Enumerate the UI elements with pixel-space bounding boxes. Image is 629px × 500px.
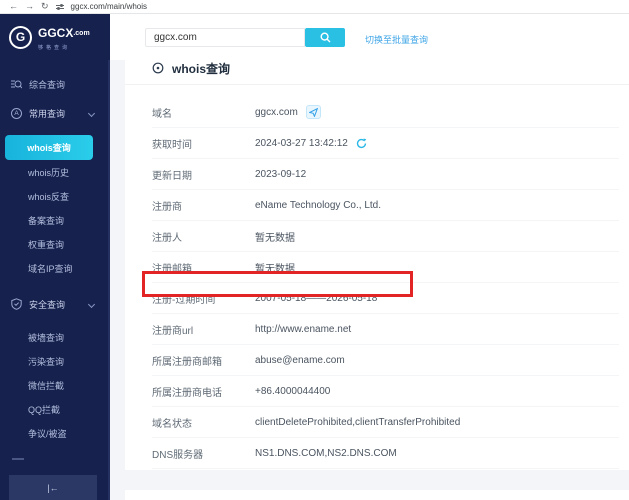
url-field[interactable]: ggcx.com/main/whois — [71, 2, 147, 11]
brand-name: GGCX.com — [38, 26, 90, 40]
reload-icon[interactable]: ↻ — [41, 2, 49, 11]
sidebar-item-wechat-block[interactable]: 微信拦截 — [0, 373, 108, 397]
search-icon — [320, 32, 331, 43]
sidebar-collapse-button[interactable]: |← — [9, 475, 97, 500]
table-row-registrar: 注册商 eName Technology Co., Ltd. — [152, 190, 619, 221]
table-row-update-date: 更新日期 2023-09-12 — [152, 159, 619, 190]
collapse-icon: |← — [47, 483, 58, 493]
logo-g-icon: G — [9, 26, 32, 49]
sidebar-nav: 综合查询 A 常用查询 whois查询 whois历史 whois反查 备案查询… — [0, 60, 110, 500]
circle-a-icon: A — [11, 108, 22, 119]
batch-query-link[interactable]: 切换至批量查询 — [365, 33, 428, 46]
sidebar-item-domain-ip[interactable]: 域名IP查询 — [0, 256, 108, 280]
whois-result-card: whois查询 域名 ggcx.com 获取时间 2024-03-27 13:4… — [125, 52, 629, 470]
sidebar-item-whois-reverse[interactable]: whois反查 — [0, 184, 108, 208]
table-row-dns-servers: DNS服务器 NS1.DNS.COM,NS2.DNS.COM — [152, 438, 619, 469]
table-row-fetch-time: 获取时间 2024-03-27 13:42:12 — [152, 128, 619, 159]
refresh-icon[interactable] — [356, 138, 367, 149]
target-circle-icon — [152, 62, 164, 74]
sidebar-item-qq-block[interactable]: QQ拦截 — [0, 397, 108, 421]
browser-address-bar: ← → ↻ ggcx.com/main/whois — [0, 0, 629, 14]
sidebar-item-icp-record[interactable]: 备案查询 — [0, 208, 108, 232]
sidebar-group-security[interactable]: 安全查询 — [0, 293, 108, 315]
table-row-domain: 域名 ggcx.com — [152, 97, 619, 128]
table-row-registrar-phone: 所属注册商电话 +86.4000044400 — [152, 376, 619, 407]
whois-table: 域名 ggcx.com 获取时间 2024-03-27 13:42:12 — [125, 85, 629, 469]
domain-search-input[interactable] — [145, 28, 305, 47]
sidebar-item-whois-history[interactable]: whois历史 — [0, 160, 108, 184]
site-settings-icon[interactable] — [56, 3, 64, 11]
divider — [12, 458, 24, 460]
forward-icon[interactable]: → — [25, 2, 34, 11]
next-section-card — [125, 490, 629, 500]
shield-icon — [11, 298, 22, 310]
screen: ← → ↻ ggcx.com/main/whois G GGCX.com 够格查… — [0, 0, 629, 500]
table-row-registrar-url: 注册商url http://www.ename.net — [152, 314, 619, 345]
brand-tagline: 够格查询 — [38, 44, 90, 51]
comprehensive-search-icon — [11, 79, 22, 90]
table-row-reg-expiry-time: 注册-过期时间 2007-05-18——2026-05-18 — [152, 283, 619, 314]
chevron-down-icon — [88, 109, 95, 116]
back-icon[interactable]: ← — [9, 2, 18, 11]
search-button[interactable] — [305, 28, 345, 47]
sidebar-item-gfw-blocked[interactable]: 被墙查询 — [0, 325, 108, 349]
sidebar-group-common[interactable]: A 常用查询 — [0, 102, 108, 124]
brand-logo[interactable]: G GGCX.com 够格查询 — [0, 14, 110, 60]
sidebar-item-whois-query[interactable]: whois查询 — [5, 135, 93, 160]
table-row-registrar-email: 所属注册商邮箱 abuse@ename.com — [152, 345, 619, 376]
card-title-bar: whois查询 — [125, 52, 629, 85]
sidebar-item-weight-query[interactable]: 权重查询 — [0, 232, 108, 256]
table-row-domain-status: 域名状态 clientDeleteProhibited,clientTransf… — [152, 407, 619, 438]
send-icon[interactable] — [306, 105, 321, 119]
sidebar-item-comprehensive[interactable]: 综合查询 — [0, 74, 108, 94]
sidebar-item-dispute-stolen[interactable]: 争议/被盗 — [0, 421, 108, 445]
table-row-registrant: 注册人 暂无数据 — [152, 221, 619, 252]
table-row-reg-email: 注册邮箱 暂无数据 — [152, 252, 619, 283]
page-title: whois查询 — [172, 60, 230, 77]
chevron-down-icon — [88, 300, 95, 307]
sidebar-item-dns-pollution[interactable]: 污染查询 — [0, 349, 108, 373]
